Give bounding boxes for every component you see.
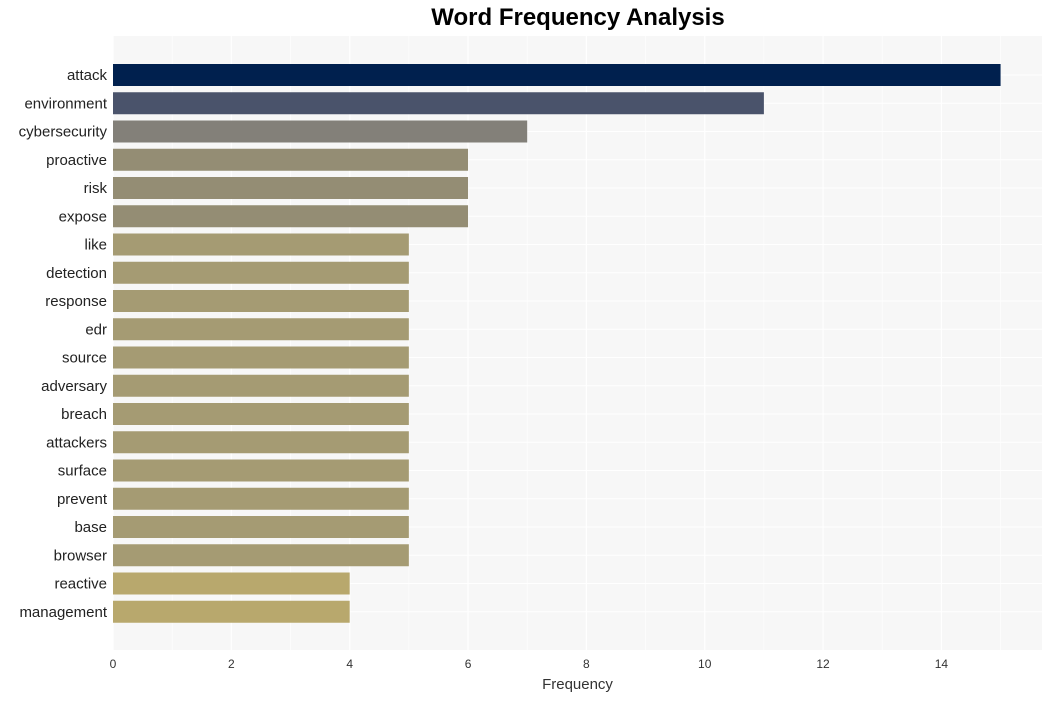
category-label: browser — [54, 547, 107, 564]
bar-chart: attack environment cybersecurity proactive r… — [19, 36, 1042, 693]
category-label: proactive — [46, 152, 107, 169]
bar-prevent — [113, 487, 409, 510]
category-label: adversary — [41, 378, 107, 395]
bar-management — [113, 600, 350, 623]
bar-reactive — [113, 572, 350, 595]
category-label: reactive — [54, 576, 107, 593]
bar-attackers — [113, 431, 409, 454]
category-label: prevent — [57, 491, 108, 508]
bar-adversary — [113, 374, 409, 397]
bar-expose — [113, 205, 469, 228]
bar-like — [113, 233, 409, 256]
bar-environment — [113, 92, 764, 115]
category-label: detection — [46, 265, 107, 282]
x-tick-label: 0 — [110, 657, 117, 671]
category-label: environment — [24, 95, 107, 112]
bar-source — [113, 346, 409, 369]
x-tick-labels: 0 2 4 6 8 10 12 14 — [110, 657, 949, 671]
x-tick-label: 12 — [816, 657, 830, 671]
x-axis-title: Frequency — [542, 676, 613, 693]
category-label: management — [19, 604, 107, 621]
bar-breach — [113, 403, 409, 425]
x-tick-label: 14 — [935, 657, 949, 671]
bar-base — [113, 516, 409, 538]
x-tick-label: 8 — [583, 657, 590, 671]
category-label: breach — [61, 406, 107, 423]
category-label: cybersecurity — [19, 124, 108, 141]
bar-cybersecurity — [113, 120, 528, 143]
bar-risk — [113, 177, 469, 199]
category-label: response — [45, 293, 107, 310]
x-tick-label: 6 — [465, 657, 472, 671]
x-tick-label: 10 — [698, 657, 712, 671]
bar-surface — [113, 459, 409, 482]
category-label: source — [62, 350, 107, 367]
category-label: risk — [84, 180, 108, 197]
category-label: base — [74, 519, 107, 536]
bar-edr — [113, 318, 409, 341]
category-label: edr — [85, 321, 107, 338]
category-label: attackers — [46, 434, 107, 451]
x-tick-label: 2 — [228, 657, 235, 671]
category-label: attack — [67, 67, 108, 84]
category-label: like — [84, 237, 107, 254]
bar-proactive — [113, 148, 469, 171]
category-label: surface — [58, 463, 107, 480]
bar-response — [113, 290, 409, 312]
bar-browser — [113, 544, 409, 567]
bar-detection — [113, 261, 409, 284]
category-label: expose — [59, 208, 107, 225]
category-labels: attack environment cybersecurity proactive r… — [19, 67, 108, 621]
x-tick-label: 4 — [346, 657, 353, 671]
bar-attack — [113, 64, 1001, 86]
